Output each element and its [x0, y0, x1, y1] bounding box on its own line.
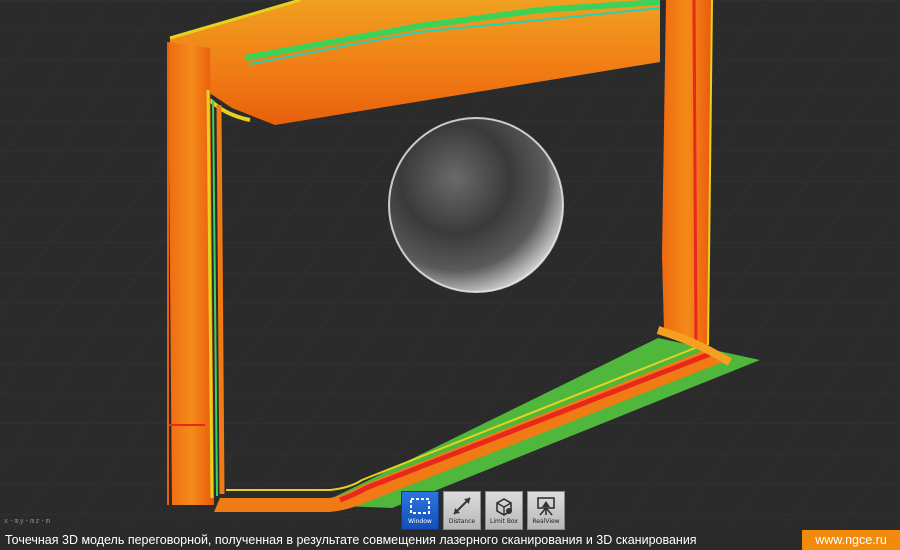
limit-box-icon — [496, 498, 512, 516]
realview-icon — [537, 497, 555, 516]
caption-text: Точечная 3D модель переговорной, получен… — [5, 533, 697, 547]
realview-tool-button[interactable]: RealView — [527, 491, 565, 530]
window-tool-label: Window — [408, 518, 432, 525]
distance-measure-icon — [453, 497, 471, 515]
window-select-icon — [410, 498, 430, 514]
distance-tool-button[interactable]: Distance — [443, 491, 481, 530]
window-tool-button[interactable]: Window — [401, 491, 439, 530]
distance-tool-label: Distance — [448, 518, 476, 525]
point-cloud-scene — [0, 0, 900, 530]
caption-bar: Точечная 3D модель переговорной, получен… — [0, 530, 900, 550]
point-cloud-viewport[interactable]: x·my·mz·m — [0, 0, 900, 530]
limit-box-tool-button[interactable]: Limit Box — [485, 491, 523, 530]
measure-toolbar: Window Distance Limit Box RealView — [401, 491, 565, 530]
realview-tool-label: RealView — [532, 518, 560, 525]
axis-indicator: x·my·mz·m — [4, 517, 51, 525]
right-pillar — [662, 0, 712, 345]
limit-box-tool-label: Limit Box — [490, 518, 518, 525]
website-link[interactable]: www.ngce.ru — [802, 530, 900, 550]
